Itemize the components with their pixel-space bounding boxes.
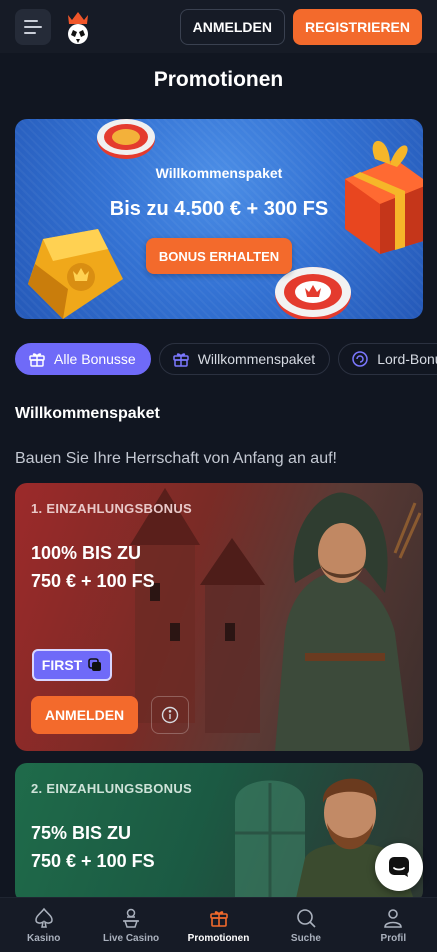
gift-icon bbox=[209, 911, 228, 927]
banner-subtitle: Willkommenspaket bbox=[155, 165, 283, 181]
section-description: Bauen Sie Ihre Herrschaft von Anfang an … bbox=[15, 450, 337, 467]
bonus-filter-tabs: Alle Bonusse Willkommenspaket Lord-Bonus bbox=[15, 343, 437, 375]
gift-icon bbox=[29, 353, 45, 367]
live-chat-button[interactable] bbox=[375, 843, 423, 891]
gold-bar-image bbox=[28, 229, 123, 319]
nav-item-live-casino[interactable]: Live Casino bbox=[87, 898, 174, 952]
bonus-card-label: 1. EINZAHLUNGSBONUS bbox=[31, 501, 192, 516]
brand-logo[interactable] bbox=[64, 9, 92, 45]
nav-label: Live Casino bbox=[103, 933, 160, 944]
bonus-card-headline-line1: 75% BIS ZU bbox=[31, 823, 132, 843]
login-button[interactable]: ANMELDEN bbox=[179, 8, 285, 45]
register-button[interactable]: REGISTRIEREN bbox=[292, 8, 422, 45]
tab-lord-bonus[interactable]: Lord-Bonus bbox=[338, 343, 437, 375]
bonus-card-first-deposit: 1. EINZAHLUNGSBONUS 100% BIS ZU 750 € + … bbox=[15, 483, 423, 751]
refresh-circle-icon bbox=[352, 351, 368, 367]
dealer-icon bbox=[123, 908, 140, 928]
tab-label: Alle Bonusse bbox=[54, 351, 136, 367]
banner-title: Bis zu 4.500 € + 300 FS bbox=[109, 198, 329, 220]
bonus-code-copy[interactable]: FIRST bbox=[32, 649, 112, 681]
bonus-card-headline-line2: 750 € + 100 FS bbox=[31, 851, 155, 871]
tab-welcome-package[interactable]: Willkommenspaket bbox=[158, 343, 331, 375]
get-bonus-button[interactable]: BONUS ERHALTEN bbox=[146, 238, 292, 274]
card-login-button[interactable]: ANMELDEN bbox=[31, 696, 138, 734]
top-header: ANMELDEN REGISTRIEREN bbox=[0, 0, 437, 53]
info-icon bbox=[161, 706, 179, 724]
tab-label: Willkommenspaket bbox=[197, 351, 316, 367]
page-title: Promotionen bbox=[153, 68, 284, 91]
spade-icon bbox=[34, 907, 53, 928]
gift-box-image bbox=[345, 140, 423, 254]
chat-icon bbox=[389, 857, 409, 877]
tab-all-bonuses[interactable]: Alle Bonusse bbox=[15, 343, 151, 375]
user-icon bbox=[384, 909, 403, 928]
bonus-card-headline-line1: 100% BIS ZU bbox=[31, 543, 142, 563]
section-title: Willkommenspaket bbox=[15, 405, 160, 422]
nav-item-search[interactable]: Suche bbox=[262, 898, 349, 952]
gift-box-icon bbox=[172, 353, 189, 367]
nav-item-casino[interactable]: Kasino bbox=[0, 898, 87, 952]
tab-label: Lord-Bonus bbox=[377, 351, 437, 367]
nav-label: Kasino bbox=[27, 933, 61, 944]
search-icon bbox=[297, 909, 316, 928]
nav-label: Suche bbox=[290, 933, 321, 944]
archer-character-image bbox=[275, 492, 422, 751]
info-button[interactable] bbox=[151, 696, 189, 734]
bonus-card-second-deposit: 2. EINZAHLUNGSBONUS 75% BIS ZU 750 € + 1… bbox=[15, 763, 423, 903]
nav-label: Promotionen bbox=[187, 933, 250, 944]
bonus-card-headline: 100% BIS ZU 750 € + 100 FS bbox=[31, 539, 231, 595]
bonus-card-headline: 75% BIS ZU 750 € + 100 FS bbox=[31, 819, 231, 875]
bonus-card-label: 2. EINZAHLUNGSBONUS bbox=[31, 781, 192, 796]
hamburger-icon bbox=[24, 19, 42, 34]
nav-item-profile[interactable]: Profil bbox=[350, 898, 437, 952]
bottom-navigation: Kasino Live Casino Promotionen Suche Pro… bbox=[0, 897, 437, 952]
welcome-banner[interactable]: Willkommenspaket Bis zu 4.500 € + 300 FS… bbox=[15, 119, 423, 319]
nav-label: Profil bbox=[380, 933, 407, 944]
bonus-card-headline-line2: 750 € + 100 FS bbox=[31, 571, 155, 591]
copy-icon bbox=[88, 658, 102, 671]
casino-chip-image bbox=[97, 119, 155, 159]
nav-item-promotions[interactable]: Promotionen bbox=[175, 898, 262, 952]
bonus-code: FIRST bbox=[41, 657, 83, 673]
menu-button[interactable] bbox=[15, 8, 51, 45]
